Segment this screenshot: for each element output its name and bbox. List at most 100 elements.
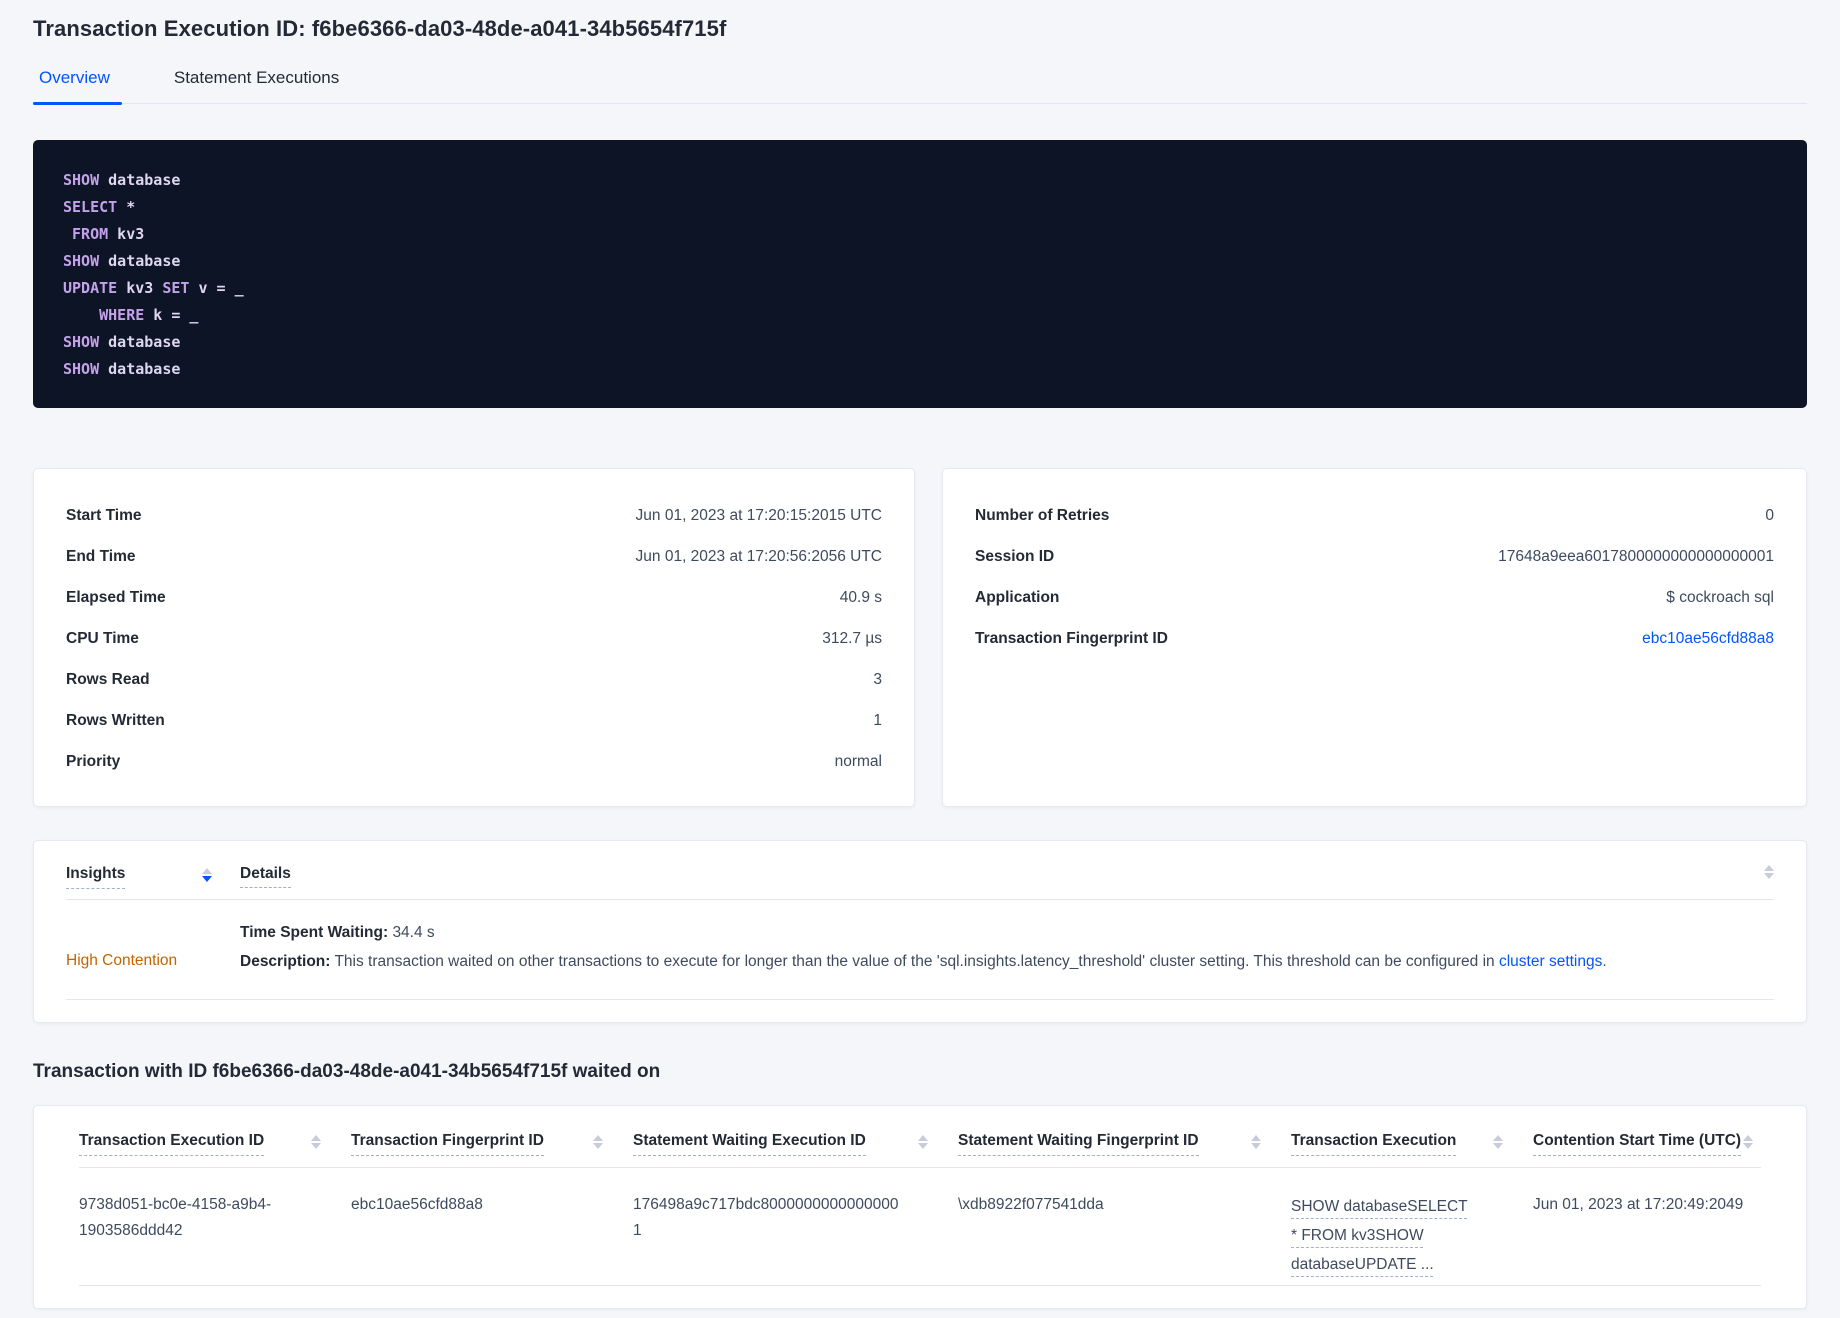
sort-down-icon	[1743, 1143, 1753, 1149]
sort-up-icon	[1251, 1135, 1261, 1141]
sql-line: WHERE k = _	[63, 302, 1777, 329]
transaction-details-page: Transaction Execution ID: f6be6366-da03-…	[0, 0, 1840, 1309]
stat-row-application: Application $ cockroach sql	[975, 577, 1774, 618]
stat-row-cpu-time: CPU Time 312.7 µs	[66, 618, 882, 659]
sort-arrows-icon	[918, 1132, 928, 1149]
sql-text: v = _	[189, 279, 244, 297]
transaction-fingerprint-link[interactable]: ebc10ae56cfd88a8	[1642, 630, 1774, 648]
sort-arrows-icon	[202, 865, 212, 882]
col-transaction-execution-id[interactable]: Transaction Execution ID	[79, 1132, 351, 1167]
stat-label: Start Time	[66, 506, 142, 524]
waiting-label: Time Spent Waiting:	[240, 924, 389, 941]
sql-text: database	[99, 333, 181, 351]
sql-text: kv3	[108, 225, 145, 243]
sql-keyword: SHOW	[63, 252, 100, 270]
sql-line: UPDATE kv3 SET v = _	[63, 275, 1777, 302]
stat-value: 3	[873, 670, 882, 688]
tab-statement-executions[interactable]: Statement Executions	[174, 68, 339, 103]
stat-label: CPU Time	[66, 629, 139, 647]
stat-value: normal	[834, 752, 882, 770]
stat-label: Priority	[66, 752, 121, 770]
insight-row: High Contention Time Spent Waiting: 34.4…	[66, 900, 1774, 1000]
sql-text: database	[99, 360, 181, 378]
col-contention-start-time[interactable]: Contention Start Time (UTC)	[1533, 1132, 1761, 1167]
sort-arrows-icon[interactable]	[1764, 865, 1774, 879]
stat-label: Session ID	[975, 547, 1055, 565]
cell-transaction-execution: SHOW databaseSELECT * FROM kv3SHOW datab…	[1291, 1192, 1476, 1285]
stat-label: Rows Written	[66, 711, 165, 729]
stat-value: 312.7 µs	[822, 629, 882, 647]
stat-label: Elapsed Time	[66, 588, 166, 606]
sql-text: kv3	[117, 279, 163, 297]
sql-line: SHOW database	[63, 356, 1777, 383]
cluster-settings-link[interactable]: cluster settings	[1499, 953, 1602, 970]
sql-text: k = _	[144, 306, 199, 324]
stat-value: Jun 01, 2023 at 17:20:15:2015 UTC	[635, 506, 882, 524]
cell-statement-waiting-fingerprint-id: \xdb8922f077541dda	[958, 1196, 1104, 1213]
waited-on-table-card: Transaction Execution ID Transaction Fin…	[33, 1105, 1807, 1309]
sort-arrows-icon	[311, 1132, 321, 1149]
sql-keyword: SET	[162, 279, 190, 297]
stat-row-rows-written: Rows Written 1	[66, 700, 882, 741]
col-transaction-execution[interactable]: Transaction Execution	[1291, 1132, 1533, 1167]
sort-arrows-icon	[1251, 1132, 1261, 1149]
description-text: This transaction waited on other transac…	[334, 953, 1495, 970]
sort-up-icon	[202, 868, 212, 874]
stat-row-priority: Priority normal	[66, 741, 882, 782]
insights-column-header[interactable]: Insights	[66, 865, 240, 889]
sort-up-icon	[311, 1135, 321, 1141]
description-label: Description:	[240, 953, 331, 970]
sort-down-icon	[202, 876, 212, 882]
sql-keyword: SHOW	[63, 333, 100, 351]
column-label: Statement Waiting Execution ID	[633, 1132, 866, 1156]
sql-keyword: FROM	[63, 225, 109, 243]
stat-value: 1	[873, 711, 882, 729]
column-label: Statement Waiting Fingerprint ID	[958, 1132, 1199, 1156]
sql-keyword: WHERE	[63, 306, 145, 324]
col-statement-waiting-execution-id[interactable]: Statement Waiting Execution ID	[633, 1132, 958, 1167]
col-statement-waiting-fingerprint-id[interactable]: Statement Waiting Fingerprint ID	[958, 1132, 1291, 1167]
sql-line: SELECT *	[63, 194, 1777, 221]
stat-row-elapsed-time: Elapsed Time 40.9 s	[66, 577, 882, 618]
sql-text: database	[99, 252, 181, 270]
stat-label: End Time	[66, 547, 136, 565]
stat-value: 17648a9eea6017800000000000000001	[1498, 547, 1774, 565]
insight-type-cell: High Contention	[66, 922, 240, 999]
stat-label: Transaction Fingerprint ID	[975, 629, 1168, 647]
stat-value: Jun 01, 2023 at 17:20:56:2056 UTC	[635, 547, 882, 565]
stat-value: 40.9 s	[839, 588, 882, 606]
stat-label: Rows Read	[66, 670, 150, 688]
overview-stats-row: Start Time Jun 01, 2023 at 17:20:15:2015…	[33, 468, 1807, 807]
stat-label: Number of Retries	[975, 506, 1110, 524]
sql-keyword: SHOW	[63, 360, 100, 378]
insights-table-header: Insights Details	[66, 841, 1774, 900]
cell-statement-waiting-execution-id: 176498a9c717bdc80000000000000001	[633, 1196, 899, 1239]
stat-value: $ cockroach sql	[1666, 588, 1774, 606]
description-suffix: .	[1602, 953, 1607, 970]
sql-keyword: SHOW	[63, 171, 100, 189]
transaction-execution-link[interactable]: SHOW databaseSELECT * FROM kv3SHOW datab…	[1291, 1198, 1468, 1273]
execution-stats-card: Start Time Jun 01, 2023 at 17:20:15:2015…	[33, 468, 915, 807]
cell-transaction-execution-id: 9738d051-bc0e-4158-a9b4-1903586ddd42	[79, 1196, 272, 1239]
tab-overview[interactable]: Overview	[33, 68, 122, 105]
col-transaction-fingerprint-id[interactable]: Transaction Fingerprint ID	[351, 1132, 633, 1167]
sql-line: SHOW database	[63, 167, 1777, 194]
waited-on-heading: Transaction with ID f6be6366-da03-48de-a…	[33, 1061, 661, 1082]
waited-on-table-header: Transaction Execution ID Transaction Fin…	[79, 1106, 1761, 1168]
sort-up-icon	[1764, 865, 1774, 871]
cell-contention-start-time: Jun 01, 2023 at 17:20:49:2049	[1533, 1196, 1744, 1213]
sort-down-icon	[1764, 873, 1774, 879]
details-column-header[interactable]: Details	[240, 865, 291, 888]
sql-line: SHOW database	[63, 248, 1777, 275]
stat-row-session-id: Session ID 17648a9eea6017800000000000000…	[975, 536, 1774, 577]
sort-arrows-icon	[593, 1132, 603, 1149]
details-column-label: Details	[240, 865, 291, 888]
stat-row-end-time: End Time Jun 01, 2023 at 17:20:56:2056 U…	[66, 536, 882, 577]
stat-row-transaction-fingerprint: Transaction Fingerprint ID ebc10ae56cfd8…	[975, 618, 1774, 659]
column-label: Transaction Execution ID	[79, 1132, 265, 1156]
sql-text: database	[99, 171, 181, 189]
sql-keyword: SELECT	[63, 198, 118, 216]
column-label: Transaction Fingerprint ID	[351, 1132, 544, 1156]
cell-transaction-fingerprint-id: ebc10ae56cfd88a8	[351, 1196, 483, 1213]
sort-down-icon	[918, 1143, 928, 1149]
